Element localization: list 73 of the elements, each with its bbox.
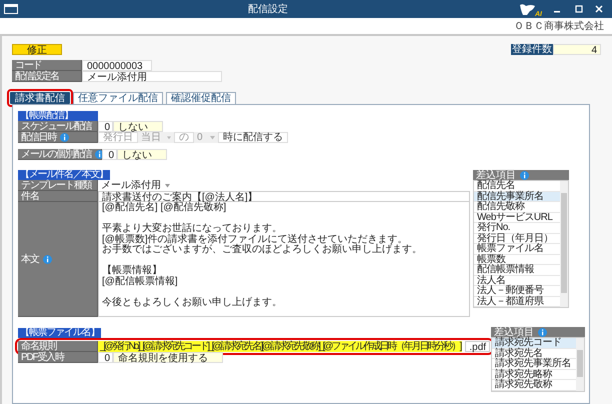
- code-field[interactable]: 0: [98, 121, 113, 132]
- list-item[interactable]: 請求宛先事業所名: [492, 359, 576, 370]
- list-item[interactable]: 配信先事業所名: [474, 192, 560, 202]
- label-text: スケジュール配信: [21, 120, 92, 132]
- label-text: 配信設定名: [15, 70, 60, 82]
- list-item[interactable]: 帳票ファイル名: [474, 244, 560, 254]
- tab[interactable]: 確認催促配信: [166, 92, 236, 104]
- value-field[interactable]: 命名規則を使用する: [113, 352, 223, 363]
- label-text: 配信日時: [21, 132, 56, 142]
- label-text: 差込項目: [494, 326, 534, 338]
- list-item[interactable]: 配信帳票情報: [474, 265, 560, 276]
- list-item[interactable]: 配信先敬称: [474, 202, 560, 212]
- body-field[interactable]: [@配信先名] [@配信先敬称] 平素より大変お世話になっております。 [@帳票数]件の請求書を添付ファイルにて送付させていただきます。 お手数ではございますが、ご査収のほどよろしくお願い申し上げます。 【帳票情報】 [@配信帳票情報] 今後ともよろしくお願い申し上げます。: [98, 202, 470, 317]
- window-icon: [4, 4, 18, 14]
- text-field[interactable]: 0000000003: [82, 60, 152, 71]
- info-icon: [42, 254, 52, 264]
- dropdown-value: 0: [197, 132, 203, 143]
- count-field: 4: [553, 44, 601, 55]
- count-label: 登録件数: [511, 44, 553, 55]
- list-item[interactable]: 発行No.: [474, 223, 560, 234]
- list-item[interactable]: 請求宛先敬称: [492, 380, 576, 390]
- label-text: PDF受入時: [21, 352, 64, 362]
- dropdown-value: メール添付用: [101, 180, 161, 191]
- list-item[interactable]: 配信先名: [474, 181, 560, 192]
- text-line: 平素より大変お世話になっております。: [102, 224, 283, 234]
- list-item[interactable]: 法人名: [474, 276, 560, 286]
- text-line: 今後ともよろしくお願い申し上げます。: [102, 298, 283, 308]
- text-line: 【帳票情報】: [102, 266, 162, 276]
- bird-icon: [518, 2, 536, 16]
- label-text: メールの個別配信: [21, 148, 92, 160]
- label-text: 命名規則: [21, 340, 56, 352]
- text-field[interactable]: メール添付用: [82, 71, 222, 82]
- label-text: 件名: [21, 190, 39, 202]
- list-item[interactable]: 請求宛先略称: [492, 370, 576, 380]
- list-item[interactable]: 発行日（年月日）: [474, 234, 560, 244]
- code-field[interactable]: 0: [98, 352, 113, 363]
- label-text: の: [178, 132, 190, 143]
- scrollbar[interactable]: [560, 181, 568, 307]
- label-text: 本文: [21, 254, 39, 264]
- window-title: 配信設定: [247, 4, 289, 14]
- naming-field[interactable]: _[@発行No.]_[@請求宛先コード]_[@請求宛先名][@請求宛先敬称]_[@ファイル作成日時（年月日時分秒）]: [98, 341, 462, 352]
- caret-icon: [167, 136, 171, 140]
- value-field[interactable]: しない: [117, 149, 167, 160]
- company-name: ＯＢＣ商事株式会社: [514, 20, 604, 32]
- caret-icon: [210, 136, 215, 140]
- tab[interactable]: 請求書配信: [10, 92, 70, 104]
- subject-field[interactable]: 請求書送付のご案内【[@法人名]】: [98, 191, 470, 202]
- list-item[interactable]: 請求宛先名: [492, 348, 576, 359]
- close-icon: [595, 5, 603, 13]
- label-text: コード: [15, 60, 42, 70]
- label-text: 差込項目: [476, 170, 516, 180]
- text-line: [@帳票数]件の請求書を添付ファイルにて送付させていただきます。: [102, 234, 409, 244]
- label-text: テンプレート種類: [21, 180, 92, 190]
- info-icon: [60, 132, 70, 142]
- text-line: [@配信帳票情報]: [102, 276, 179, 287]
- scrollbar[interactable]: [576, 338, 584, 390]
- label-text: 発行日: [102, 132, 134, 143]
- list-item[interactable]: 法人－都道府県: [474, 296, 560, 307]
- dropdown-value: 当日: [141, 132, 161, 143]
- list-item[interactable]: 法人－郵便番号: [474, 286, 560, 296]
- label-text: 時に配信する: [222, 132, 284, 143]
- maximize-icon: [575, 5, 583, 13]
- extension-text: .pdf: [465, 341, 490, 352]
- text-line: [@配信先名] [@配信先敬称]: [102, 203, 228, 214]
- tab[interactable]: 任意ファイル配信: [73, 92, 163, 104]
- code-field[interactable]: 0: [102, 149, 117, 160]
- caret-icon: [165, 184, 170, 188]
- mode-badge: 修正: [12, 44, 62, 55]
- text-line: お手数ではございますが、ご査収のほどよろしくお願い申し上げます。: [102, 245, 423, 256]
- list-item[interactable]: WebサービスURL: [474, 212, 560, 223]
- value-field[interactable]: しない: [113, 121, 163, 132]
- list-item[interactable]: 帳票数: [474, 254, 560, 265]
- list-item[interactable]: 請求宛先コード: [492, 338, 576, 348]
